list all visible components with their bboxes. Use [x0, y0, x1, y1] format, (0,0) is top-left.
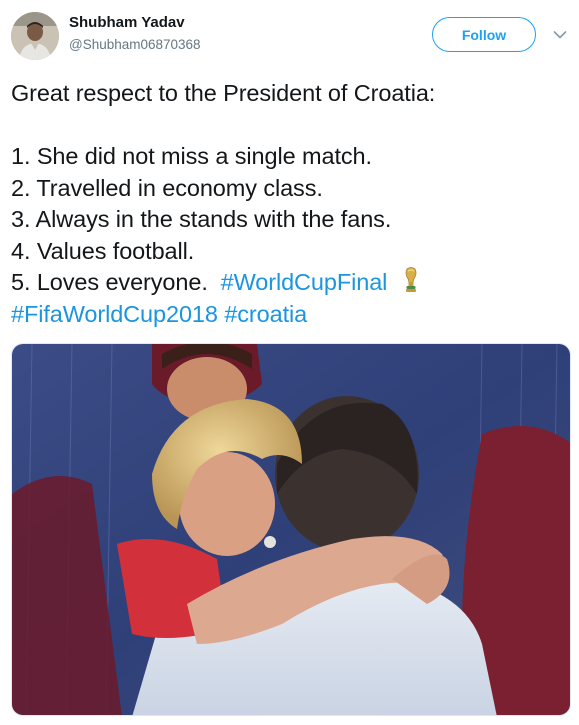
- tweet-item: 2. Travelled in economy class.: [11, 174, 323, 201]
- hashtag-line: #FifaWorldCup2018 #croatia: [11, 299, 571, 331]
- hashtag-link[interactable]: #FifaWorldCup2018: [11, 301, 218, 327]
- follow-button[interactable]: Follow: [432, 17, 536, 52]
- tweet-item: 5. Loves everyone.: [11, 269, 208, 295]
- tweet-header: Shubham Yadav @Shubham06870368 Follow: [0, 0, 579, 70]
- tweet-item: 1. She did not miss a single match.: [11, 143, 372, 169]
- tweet-intro: Great respect to the President of Croati…: [11, 80, 436, 106]
- tweet-photo[interactable]: [11, 343, 571, 716]
- tweet-item: 3. Always in the stands with the fans.: [11, 206, 392, 232]
- tweet-item: 4. Values football.: [11, 237, 195, 264]
- trophy-icon: [402, 267, 420, 302]
- hashtag-link[interactable]: #WorldCupFinal: [221, 269, 388, 295]
- user-handle[interactable]: @Shubham06870368: [69, 37, 201, 52]
- user-name[interactable]: Shubham Yadav: [69, 14, 185, 31]
- avatar[interactable]: [11, 12, 59, 60]
- chevron-down-icon[interactable]: [551, 26, 569, 44]
- tweet-text: Great respect to the President of Croati…: [11, 78, 571, 330]
- tweet-item-last: 5. Loves everyone. #WorldCupFinal: [11, 267, 571, 299]
- hashtag-link[interactable]: #croatia: [224, 301, 307, 327]
